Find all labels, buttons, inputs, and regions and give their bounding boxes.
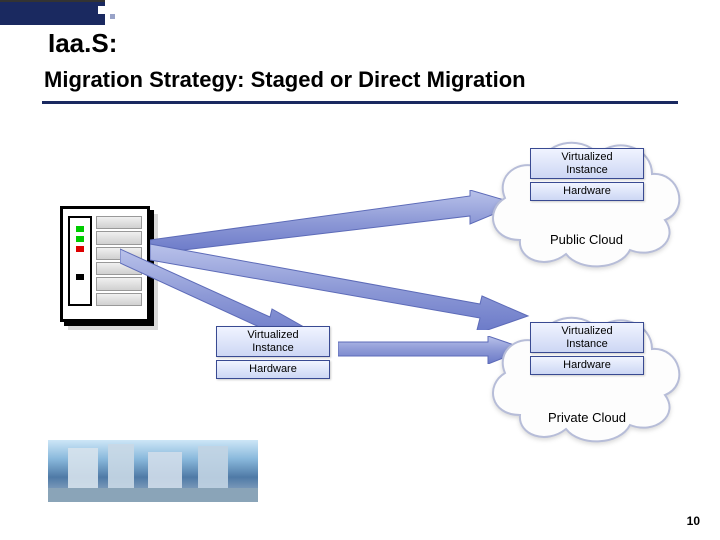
decor-square bbox=[110, 14, 115, 19]
public-cloud-stack: VirtualizedInstance Hardware bbox=[530, 148, 644, 201]
footer-building-image bbox=[48, 440, 258, 502]
hardware-box: Hardware bbox=[530, 356, 644, 375]
header-marker bbox=[0, 0, 105, 25]
page-number: 10 bbox=[687, 514, 700, 528]
private-cloud-stack: VirtualizedInstance Hardware bbox=[530, 322, 644, 375]
private-cloud bbox=[480, 295, 690, 455]
internal-stack: VirtualizedInstance Hardware bbox=[216, 326, 330, 379]
slide-pretitle: Iaa.S: bbox=[48, 28, 117, 59]
slide-title: Migration Strategy: Staged or Direct Mig… bbox=[44, 67, 526, 93]
virtualized-instance-box: VirtualizedInstance bbox=[216, 326, 330, 357]
hardware-box: Hardware bbox=[216, 360, 330, 379]
decor-square bbox=[98, 6, 106, 14]
title-underline bbox=[42, 101, 678, 104]
private-cloud-label: Private Cloud bbox=[548, 410, 626, 425]
public-cloud-label: Public Cloud bbox=[550, 232, 623, 247]
arrow-rack-to-private bbox=[150, 240, 530, 330]
virtualized-instance-box: VirtualizedInstance bbox=[530, 322, 644, 353]
virtualized-instance-box: VirtualizedInstance bbox=[530, 148, 644, 179]
hardware-box: Hardware bbox=[530, 182, 644, 201]
